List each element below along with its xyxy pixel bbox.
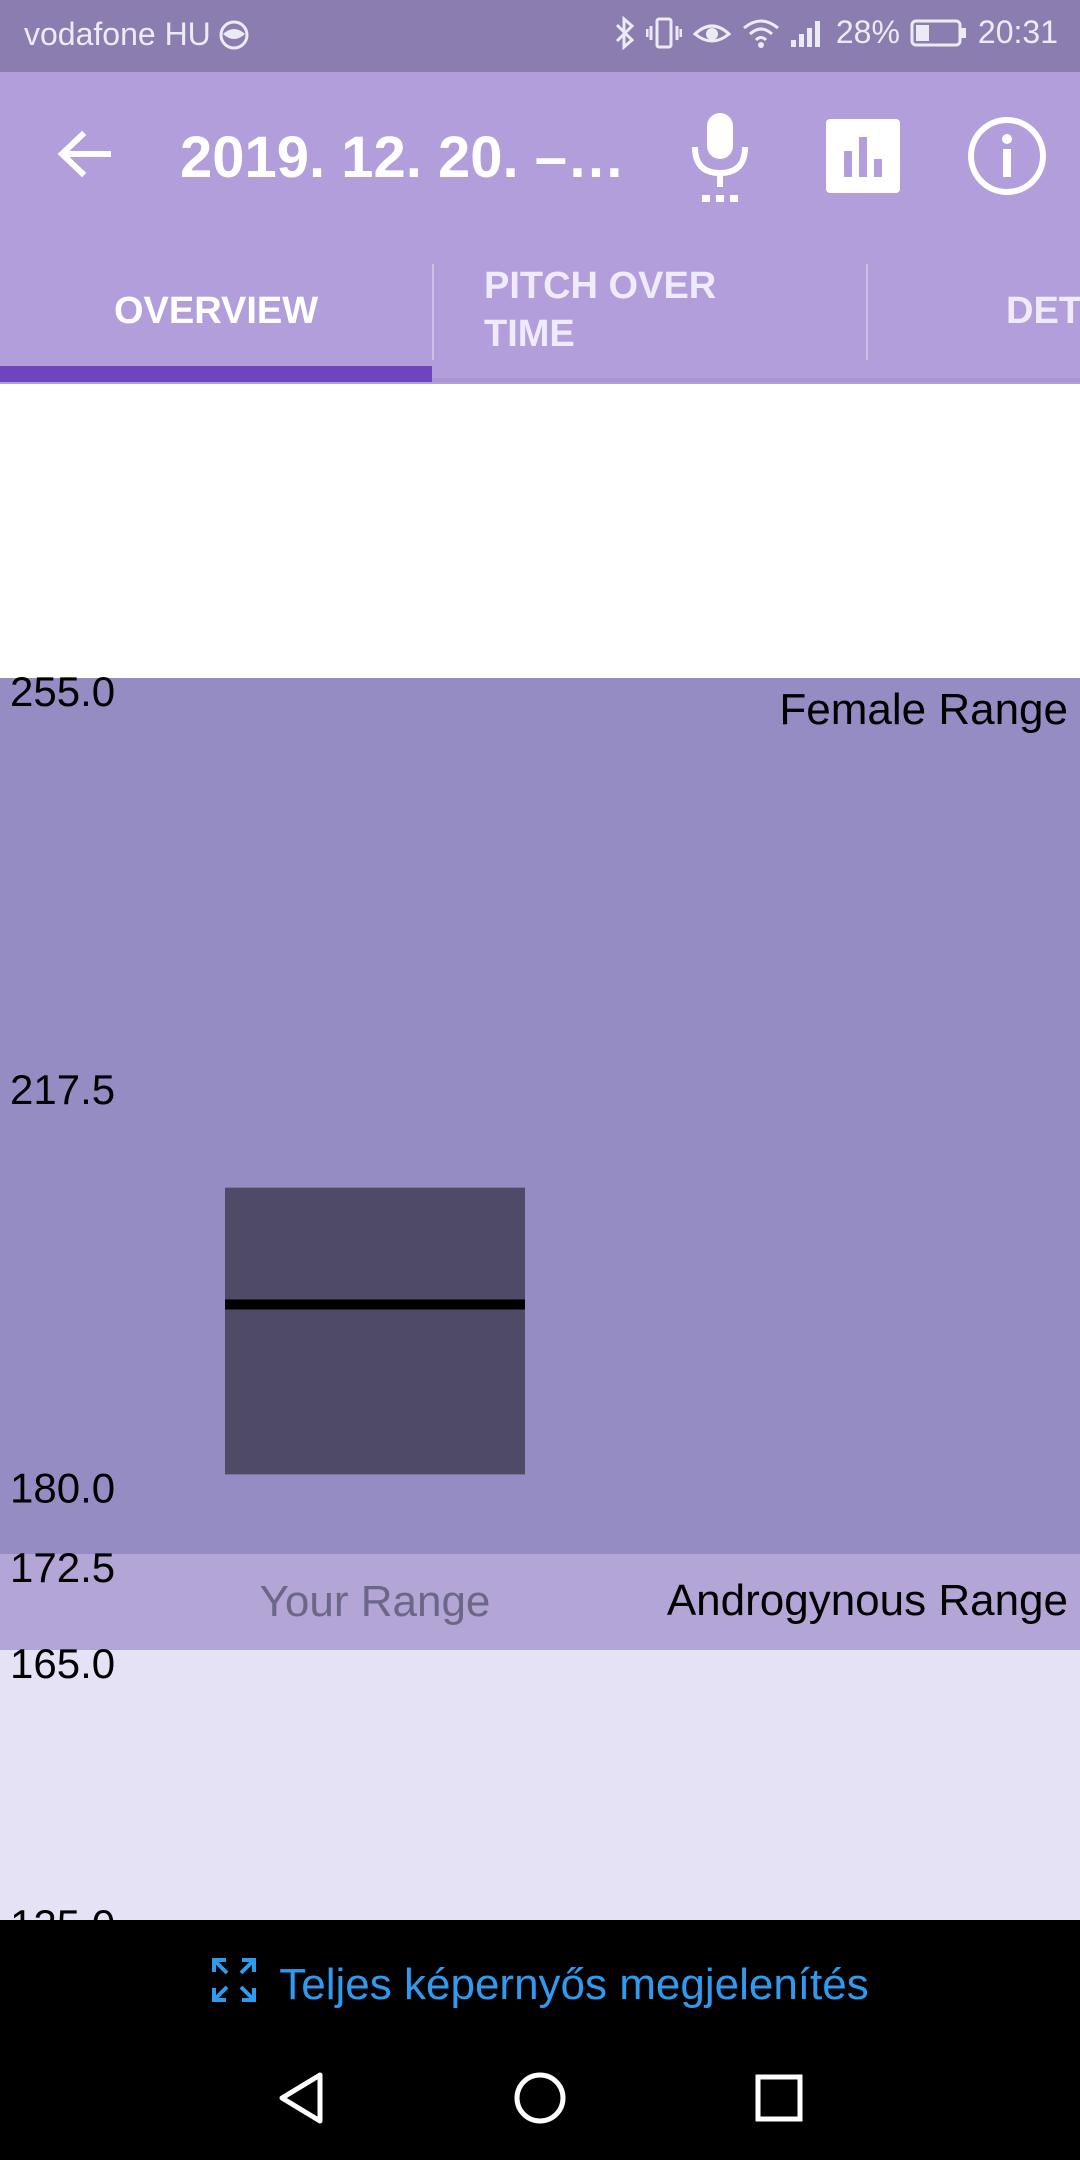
wifi-icon bbox=[742, 18, 780, 48]
battery-icon bbox=[910, 18, 968, 48]
tab-details-label: DET bbox=[1006, 290, 1080, 332]
tab-underline bbox=[432, 378, 1080, 382]
microphone-icon bbox=[685, 109, 755, 208]
tab-overview[interactable]: OVERVIEW bbox=[0, 242, 432, 384]
tab-overview-label: OVERVIEW bbox=[114, 290, 319, 332]
band-label-female-range: Female Range bbox=[779, 685, 1068, 734]
vibrate-icon bbox=[645, 16, 682, 50]
session-title: 2019. 12. 20. – … bbox=[180, 125, 640, 190]
tab-details[interactable]: DET bbox=[868, 242, 1080, 384]
y-tick-label: 125.0 bbox=[10, 1901, 115, 1920]
info-icon bbox=[966, 115, 1048, 202]
signal-icon bbox=[790, 18, 826, 48]
record-button[interactable] bbox=[670, 108, 770, 208]
home-circle-icon bbox=[513, 2071, 567, 2130]
carrier-logo-icon bbox=[217, 20, 251, 50]
statistics-button[interactable] bbox=[813, 108, 913, 208]
band-male-range bbox=[0, 1650, 1080, 1920]
your-range-median-line bbox=[225, 1299, 525, 1310]
fullscreen-button[interactable]: Teljes képernyős megjelenítés bbox=[0, 1920, 1080, 2050]
bar-chart-icon bbox=[826, 118, 900, 198]
nav-recents-button[interactable] bbox=[734, 2064, 824, 2136]
y-tick-label: 217.5 bbox=[10, 1066, 115, 1113]
y-tick-label: 165.0 bbox=[10, 1640, 115, 1687]
fullscreen-label: Teljes képernyős megjelenítés bbox=[279, 1960, 869, 2009]
bluetooth-icon bbox=[614, 15, 636, 50]
recents-square-icon bbox=[754, 2073, 804, 2128]
nav-home-button[interactable] bbox=[495, 2064, 585, 2136]
band-label-androgynous-range: Androgynous Range bbox=[667, 1576, 1068, 1625]
tab-pitch-over-time-label: PITCH OVER TIME bbox=[484, 265, 717, 355]
eye-comfort-icon bbox=[692, 18, 732, 48]
battery-percent: 28% bbox=[835, 14, 900, 50]
back-triangle-icon bbox=[276, 2071, 326, 2130]
carrier-group: vodafone HU bbox=[24, 16, 251, 53]
y-tick-label: 172.5 bbox=[10, 1544, 115, 1591]
expand-icon bbox=[211, 1957, 257, 2014]
band-female-range bbox=[0, 678, 1080, 1554]
your-range-label: Your Range bbox=[260, 1577, 491, 1626]
back-arrow-icon bbox=[56, 129, 112, 184]
tab-bar: OVERVIEW PITCH OVER TIME DET bbox=[0, 242, 1080, 384]
y-tick-label: 255.0 bbox=[10, 668, 115, 715]
nav-back-button[interactable] bbox=[256, 2064, 346, 2136]
clock: 20:31 bbox=[977, 14, 1058, 50]
tab-pitch-over-time[interactable]: PITCH OVER TIME bbox=[434, 242, 866, 384]
status-bar: vodafone HU 28% 20:31 bbox=[0, 0, 1080, 72]
tab-active-indicator bbox=[0, 366, 432, 382]
y-tick-label: 180.0 bbox=[10, 1464, 115, 1511]
status-icons: 28% 20:31 bbox=[614, 14, 1058, 51]
back-button[interactable] bbox=[40, 112, 128, 200]
toolbar: 2019. 12. 20. – … bbox=[0, 72, 1080, 242]
your-range-box bbox=[225, 1187, 525, 1475]
info-button[interactable] bbox=[957, 108, 1057, 208]
pitch-range-svg: Female RangeAndrogynous RangeMale Range2… bbox=[0, 668, 1080, 1920]
pitch-range-chart: Female RangeAndrogynous RangeMale Range2… bbox=[0, 384, 1080, 1920]
carrier-name: vodafone HU bbox=[24, 16, 211, 52]
system-nav-bar bbox=[0, 2050, 1080, 2160]
